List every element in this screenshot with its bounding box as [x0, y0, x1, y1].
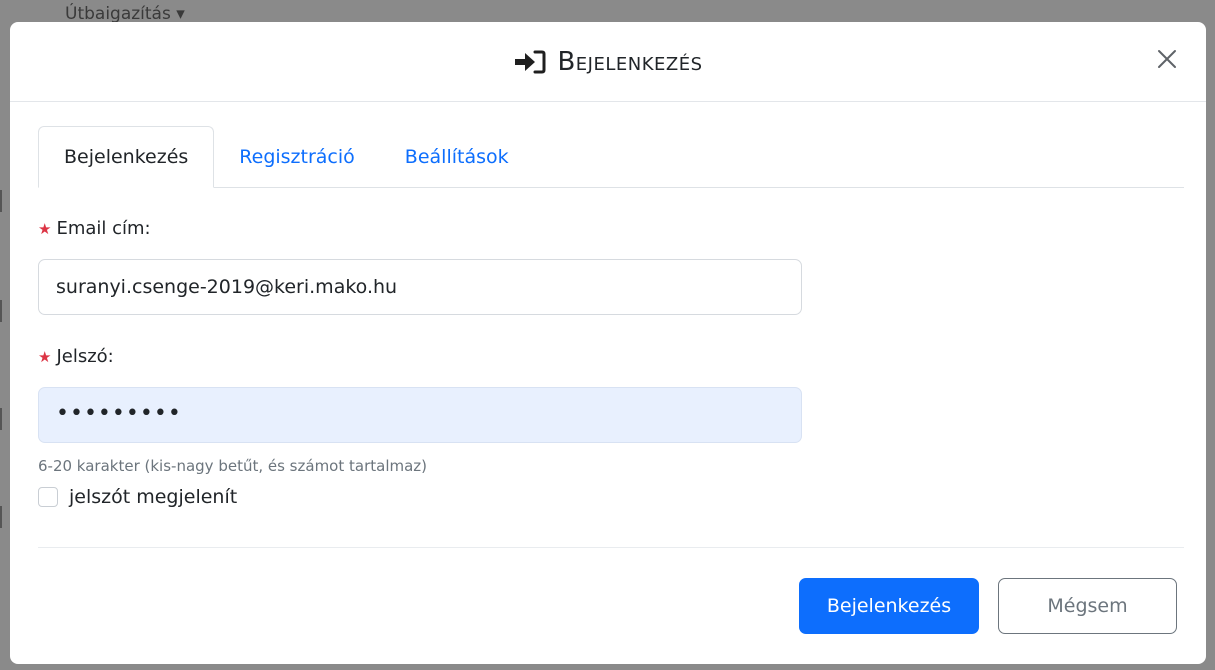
- login-modal: Bejelenkezés Bejelenkezés Regisztráció B…: [10, 22, 1206, 664]
- login-button[interactable]: Bejelenkezés: [799, 578, 979, 634]
- background-fragment: [0, 506, 10, 528]
- tab-settings[interactable]: Beállítások: [380, 127, 534, 187]
- required-star-icon: ★: [38, 347, 52, 366]
- cancel-button[interactable]: Mégsem: [998, 578, 1177, 634]
- modal-title-group: Bejelenkezés: [513, 47, 702, 77]
- password-field[interactable]: •••••••••: [38, 387, 802, 443]
- email-label-row: ★ Email cím:: [38, 218, 151, 239]
- modal-title: Bejelenkezés: [557, 46, 703, 77]
- email-value: suranyi.csenge-2019@keri.mako.hu: [56, 276, 398, 298]
- show-password-row: jelszót megjelenít: [38, 486, 237, 508]
- required-star-icon: ★: [38, 219, 52, 238]
- background-fragment: [0, 300, 10, 322]
- show-password-checkbox[interactable]: [38, 487, 58, 507]
- password-value: •••••••••: [56, 400, 182, 426]
- tab-login[interactable]: Bejelenkezés: [38, 126, 215, 188]
- email-label: Email cím:: [56, 218, 151, 239]
- show-password-label[interactable]: jelszót megjelenít: [69, 486, 237, 508]
- background-menu-text: Útbaigazítás ▾: [65, 4, 185, 24]
- password-label-row: ★ Jelszó:: [38, 346, 114, 367]
- footer-divider: [38, 547, 1184, 548]
- close-icon: [1157, 49, 1177, 73]
- password-help-text: 6-20 karakter (kis-nagy betűt, és számot…: [38, 457, 428, 475]
- tab-bar: Bejelenkezés Regisztráció Beállítások: [38, 124, 1184, 188]
- close-button[interactable]: [1154, 48, 1180, 74]
- tab-registration[interactable]: Regisztráció: [214, 127, 380, 187]
- modal-header: Bejelenkezés: [10, 22, 1206, 102]
- sign-in-icon: [513, 49, 547, 75]
- email-field[interactable]: suranyi.csenge-2019@keri.mako.hu: [38, 259, 802, 315]
- password-label: Jelszó:: [56, 346, 114, 367]
- background-fragment: [0, 408, 10, 430]
- background-fragment: [0, 190, 10, 212]
